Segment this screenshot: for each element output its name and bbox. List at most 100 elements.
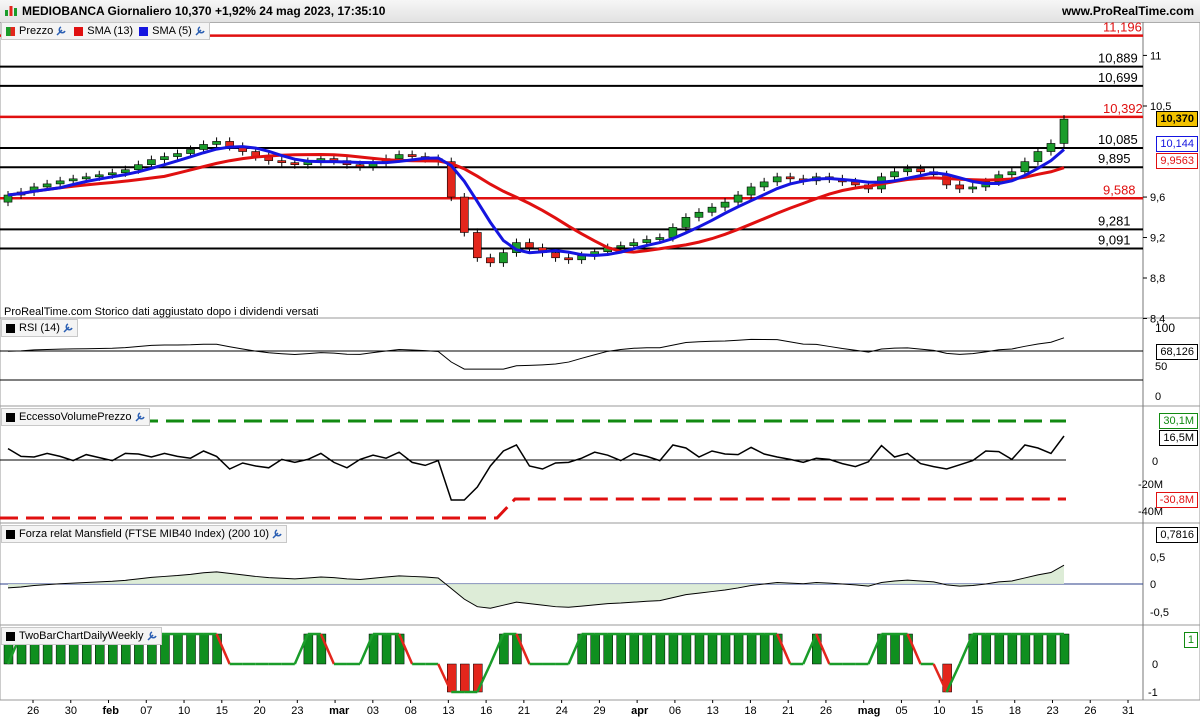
candle-body	[394, 154, 404, 159]
twobar-bar-up	[1046, 633, 1057, 665]
volume-value-box: 16,5M	[1159, 430, 1198, 446]
candle-body	[916, 168, 925, 173]
candle-body	[759, 181, 769, 188]
candle-body	[733, 194, 743, 203]
candle-body	[616, 245, 626, 248]
price-legend-label: Prezzo	[19, 25, 54, 37]
twobar-bar-up	[512, 633, 522, 665]
candle-body	[147, 159, 156, 165]
price-axis-label: 9,2	[1150, 233, 1165, 245]
twobar-bar-up	[772, 633, 783, 665]
twobar-bar-up	[981, 633, 992, 665]
candle-body	[173, 153, 182, 157]
app-icon	[5, 6, 17, 16]
rsi-axis-label: 0	[1155, 391, 1161, 403]
candle-body	[55, 180, 65, 185]
candle-body	[107, 172, 117, 176]
price-swatch	[6, 26, 15, 36]
candle-body	[955, 184, 965, 190]
twobar-bar-up	[759, 633, 770, 665]
volume-swatch	[6, 412, 15, 422]
twobar-bar-up	[160, 633, 170, 665]
last-price-box: 10,370	[1156, 111, 1198, 127]
mansfield-swatch	[6, 529, 15, 539]
candle-body	[1059, 118, 1069, 144]
twobar-value-box: 1	[1183, 632, 1198, 648]
candle-body	[1033, 151, 1043, 162]
panel-frame	[0, 317, 1200, 407]
twobar-swatch	[6, 631, 15, 641]
price-axis-label: 11	[1150, 50, 1161, 62]
x-axis-label: 23	[1046, 705, 1058, 717]
wrench-icon[interactable]	[62, 322, 74, 334]
level-label: 10,085	[1098, 132, 1138, 147]
candle-body	[525, 242, 534, 248]
candle-body	[655, 237, 665, 240]
twobar-bar-up	[681, 633, 692, 665]
x-axis-label: 26	[27, 705, 39, 717]
rsi-swatch	[6, 323, 15, 333]
x-axis-label: 15	[216, 705, 228, 717]
twobar-bar-up	[1007, 633, 1018, 665]
chart-canvas[interactable]: 1110,59,69,28,88,410,88910,69910,0859,89…	[0, 22, 1200, 720]
volume-axis-label: -20M	[1138, 479, 1163, 491]
mansfield-value-box: 0,7816	[1156, 527, 1198, 543]
candle-body	[968, 186, 978, 190]
twobar-bar-up	[173, 633, 183, 665]
candle-body	[459, 196, 469, 233]
rsi-legend[interactable]: RSI (14)	[1, 319, 78, 337]
price-legend[interactable]: Prezzo SMA (13) SMA (5)	[1, 22, 210, 40]
volume-legend[interactable]: EccessoVolumePrezzo	[1, 408, 150, 426]
twobar-bar-up	[603, 633, 613, 665]
candle-body	[890, 171, 899, 178]
sma13-legend-label: SMA (13)	[87, 25, 134, 37]
wrench-icon[interactable]	[146, 630, 158, 642]
candle-body	[785, 176, 795, 180]
wrench-icon[interactable]	[271, 528, 283, 540]
candle-body	[212, 141, 221, 145]
x-axis-label: 20	[254, 705, 266, 717]
level-label: 9,281	[1098, 213, 1131, 228]
twobar-bar-up	[994, 633, 1005, 665]
twobar-bar-up	[890, 633, 900, 665]
x-axis-label: 23	[291, 705, 303, 717]
wrench-icon[interactable]	[55, 25, 67, 37]
wrench-icon[interactable]	[194, 25, 206, 37]
level-label: 10,889	[1098, 51, 1138, 66]
level-label: 9,091	[1098, 233, 1131, 248]
candle-body	[42, 183, 52, 188]
x-axis-label: 16	[480, 705, 492, 717]
twobar-bar-up	[642, 633, 653, 665]
level-label-red: 11,196	[1103, 22, 1142, 35]
twobar-bar-up	[186, 633, 196, 665]
x-axis-label: 29	[593, 705, 605, 717]
twobar-bar-up	[733, 633, 744, 665]
candle-body	[720, 201, 730, 208]
candle-body	[629, 242, 639, 246]
volume-lower-band	[0, 497, 1066, 520]
twobar-bar-up	[629, 633, 640, 665]
x-axis-label: feb	[103, 705, 120, 717]
twobar-legend[interactable]: TwoBarChartDailyWeekly	[1, 627, 162, 645]
x-axis-label: 13	[707, 705, 719, 717]
mansfield-area	[8, 565, 1064, 609]
x-axis-label: 21	[518, 705, 530, 717]
candle-body	[160, 156, 169, 160]
site-url: www.ProRealTime.com	[1061, 4, 1194, 18]
x-axis-label: 15	[971, 705, 983, 717]
candle-body	[694, 211, 704, 218]
mansfield-legend[interactable]: Forza relat Mansfield (FTSE MIB40 Index)…	[1, 525, 288, 543]
rsi-line	[7, 337, 1065, 370]
twobar-legend-label: TwoBarChartDailyWeekly	[19, 630, 144, 642]
twobar-bar-up	[381, 633, 392, 665]
x-axis-label: 10	[178, 705, 190, 717]
twobar-bar-up	[616, 633, 626, 665]
twobar-bar-down	[460, 663, 470, 693]
wrench-icon[interactable]	[134, 411, 146, 423]
level-label-red: 10,392	[1103, 101, 1143, 116]
candle-body	[746, 186, 756, 196]
twobar-bar-up	[668, 633, 679, 665]
volume-legend-label: EccessoVolumePrezzo	[19, 411, 132, 423]
panel-frame	[0, 405, 1200, 524]
twobar-bar-up	[1059, 633, 1070, 665]
